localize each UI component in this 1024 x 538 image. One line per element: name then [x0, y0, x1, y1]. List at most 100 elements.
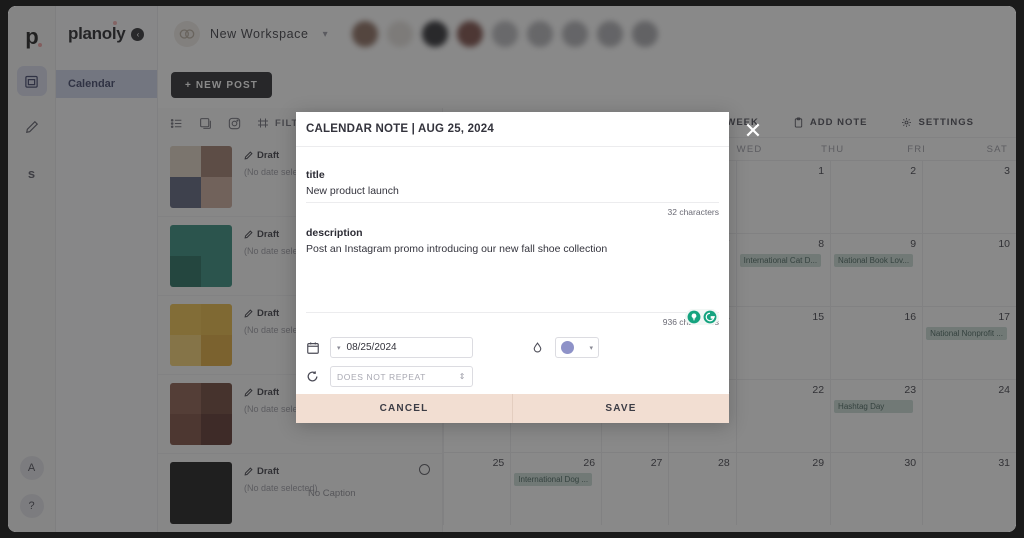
calendar-dow-header: SAT [986, 143, 1008, 155]
calendar-day-number: 22 [812, 384, 825, 396]
calendar-day-cell[interactable]: 2 [830, 160, 923, 233]
calendar-day-number: 16 [904, 311, 917, 323]
post-list-item[interactable]: Draft (No date selected) No Caption [158, 454, 442, 532]
modal-footer: CANCEL SAVE [296, 394, 729, 423]
calendar-dow-header: THU [821, 143, 845, 155]
calendar-day-cell[interactable]: 9 National Book Lov... [830, 233, 923, 306]
grammarly-icon[interactable] [703, 310, 717, 324]
description-char-count: 936 characters [662, 317, 719, 327]
post-thumbnail[interactable] [170, 146, 232, 208]
grid-view-icon[interactable] [199, 117, 212, 130]
calendar-event[interactable]: International Dog ... [514, 473, 593, 486]
social-account-avatar[interactable] [421, 21, 448, 47]
color-picker[interactable]: ▾ [555, 337, 599, 358]
calendar-day-cell[interactable]: 8 International Cat D... [735, 233, 831, 306]
calendar-day-cell[interactable]: 10 [922, 233, 1016, 306]
brand-name: planoly [68, 21, 126, 43]
calendar-day-cell[interactable]: 17 National Nonprofit ... [922, 306, 1016, 379]
avatar[interactable]: A [19, 456, 44, 480]
clipboard-icon [794, 117, 803, 128]
calendar-event[interactable]: Hashtag Day [834, 400, 914, 413]
social-account-avatar[interactable] [561, 21, 588, 47]
nav-column: planoly ‹ Calendar [56, 6, 158, 532]
status-badge: Draft [244, 466, 318, 477]
description-divider [306, 312, 719, 313]
caret-down-icon[interactable]: ▾ [589, 344, 593, 352]
calendar-day-cell[interactable]: 24 [922, 379, 1016, 452]
social-account-avatar[interactable] [351, 21, 378, 47]
calendar-day-number: 29 [812, 457, 825, 469]
calendar-event[interactable]: National Book Lov... [834, 254, 914, 267]
post-thumbnail[interactable] [170, 304, 232, 366]
help-icon[interactable]: ? [19, 494, 44, 518]
lightbulb-icon[interactable] [687, 310, 701, 324]
settings-button[interactable]: SETTINGS [901, 117, 974, 128]
add-note-button[interactable]: ADD NOTE [793, 117, 868, 128]
calendar-day-cell[interactable]: 25 [443, 452, 511, 525]
new-post-button[interactable]: + NEW POST [171, 72, 272, 98]
calendar-day-cell[interactable]: 23 Hashtag Day [830, 379, 923, 452]
repeat-select[interactable]: DOES NOT REPEAT ⇕ [330, 366, 473, 387]
workspace-name[interactable]: New Workspace [210, 27, 309, 41]
caret-down-icon[interactable]: ▾ [337, 344, 341, 352]
calendar-day-number: 9 [910, 238, 917, 250]
draft-icon [244, 230, 253, 239]
description-input[interactable]: Post an Instagram promo introducing our … [306, 243, 719, 255]
calendar-event[interactable]: International Cat D... [739, 254, 822, 267]
repeat-row: DOES NOT REPEAT ⇕ [306, 366, 719, 387]
calendar-day-cell[interactable]: 28 [668, 452, 736, 525]
calendar-event[interactable]: National Nonprofit ... [926, 327, 1007, 340]
calendar-day-cell[interactable]: 22 [735, 379, 831, 452]
draft-icon [244, 151, 253, 160]
close-icon[interactable]: ✕ [743, 120, 763, 142]
calendar-day-cell[interactable]: 29 [735, 452, 831, 525]
color-swatch [561, 341, 574, 354]
rail-item-s[interactable]: s [17, 158, 47, 188]
grammarly-widget[interactable] [685, 309, 719, 325]
sidebar-item-calendar[interactable]: Calendar [56, 70, 157, 98]
save-button[interactable]: SAVE [513, 394, 729, 423]
social-account-avatar[interactable] [631, 21, 658, 47]
social-account-avatar[interactable] [491, 21, 518, 47]
post-thumbnail[interactable] [170, 225, 232, 287]
date-input[interactable]: ▾ 08/25/2024 [330, 337, 473, 358]
workspace-bar: New Workspace ▾ [158, 6, 1016, 62]
rail-item-compose[interactable] [17, 112, 47, 142]
rail-item-calendar[interactable] [16, 66, 47, 96]
filter-icon [258, 118, 268, 128]
repeat-placeholder: DOES NOT REPEAT [337, 371, 426, 382]
social-account-avatar[interactable] [386, 21, 413, 47]
calendar-day-number: 30 [904, 457, 917, 469]
list-view-icon[interactable] [170, 117, 183, 130]
planoly-mark-icon[interactable]: p [25, 24, 43, 50]
draft-icon [244, 309, 253, 318]
calendar-day-number: 17 [998, 311, 1010, 323]
calendar-day-cell[interactable]: 16 [830, 306, 923, 379]
calendar-day-cell[interactable]: 27 [601, 452, 669, 525]
post-options-icon[interactable] [419, 464, 430, 475]
workspace-icon[interactable] [174, 21, 200, 47]
social-account-avatar[interactable] [596, 21, 623, 47]
post-thumbnail[interactable] [170, 383, 232, 445]
title-input[interactable]: New product launch [306, 185, 719, 197]
calendar-day-cell[interactable]: 30 [830, 452, 923, 525]
instagram-icon[interactable] [228, 117, 241, 130]
calendar-day-cell[interactable]: 31 [922, 452, 1016, 525]
stepper-icon[interactable]: ⇕ [459, 372, 466, 381]
post-thumbnail[interactable] [170, 462, 232, 524]
add-note-label: ADD NOTE [809, 117, 868, 128]
repeat-icon [306, 370, 320, 384]
calendar-day-cell[interactable]: 3 [922, 160, 1016, 233]
chevron-down-icon[interactable]: ▾ [323, 29, 328, 40]
chevron-left-icon[interactable]: ‹ [131, 27, 145, 41]
droplet-icon [531, 341, 545, 355]
title-char-count: 32 characters [667, 207, 720, 217]
cancel-button[interactable]: CANCEL [296, 394, 513, 423]
calendar-day-number: 26 [583, 457, 596, 469]
calendar-day-cell[interactable]: 15 [735, 306, 831, 379]
calendar-day-cell[interactable]: 1 [735, 160, 831, 233]
calendar-day-cell[interactable]: 26 International Dog ... [510, 452, 602, 525]
description-field-label: description [306, 227, 363, 239]
social-account-avatar[interactable] [526, 21, 553, 47]
social-account-avatar[interactable] [456, 21, 483, 47]
